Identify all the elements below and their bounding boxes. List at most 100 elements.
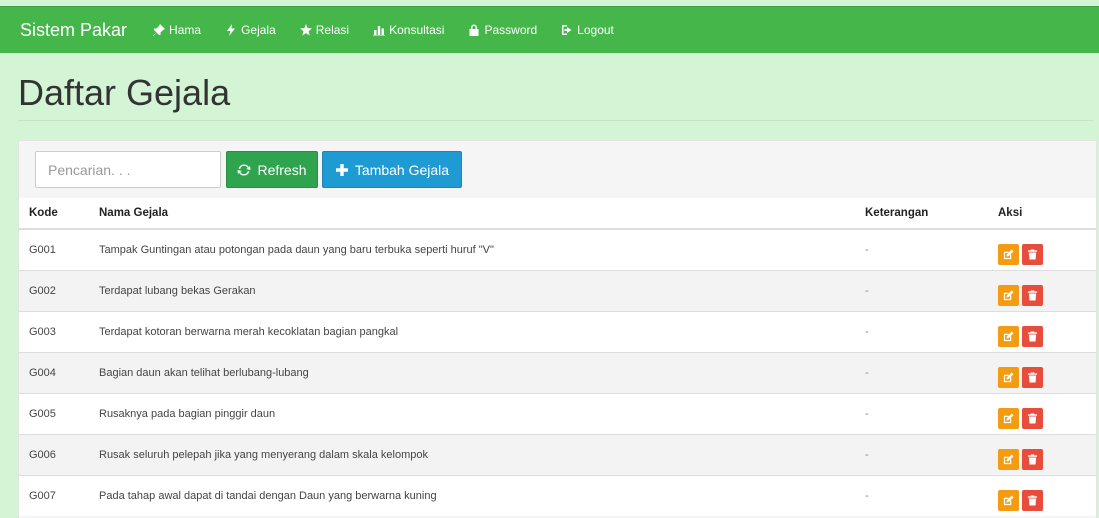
cell-keterangan: -: [855, 311, 988, 353]
nav-label-konsultasi: Konsultasi: [389, 23, 445, 37]
cell-aksi: [988, 228, 1096, 271]
delete-button[interactable]: [1022, 284, 1043, 306]
cell-kode: G006: [19, 434, 89, 476]
cell-aksi: [988, 352, 1096, 394]
trash-icon: [1027, 248, 1038, 260]
cell-aksi: [988, 434, 1096, 476]
row-actions: [998, 284, 1086, 306]
logout-icon: [562, 25, 572, 35]
trash-icon: [1027, 453, 1038, 465]
page-title: Daftar Gejala: [18, 72, 231, 113]
gejala-panel: Refresh Tambah Gejala Kode Nama Gejala K…: [18, 140, 1097, 518]
table-row: G007 Pada tahap awal dapat di tandai den…: [19, 475, 1096, 516]
edit-icon: [1003, 412, 1014, 423]
refresh-label: Refresh: [257, 161, 307, 178]
lock-icon: [469, 24, 479, 36]
table-row: G002 Terdapat lubang bekas Gerakan -: [19, 270, 1096, 312]
title-divider: [18, 120, 1093, 121]
nav-label-hama: Hama: [169, 23, 202, 37]
delete-button[interactable]: [1022, 243, 1043, 265]
nav-item-password[interactable]: Password: [468, 23, 537, 37]
row-actions: [998, 366, 1086, 388]
table-row: G005 Rusaknya pada bagian pinggir daun -: [19, 393, 1096, 435]
cell-nama-gejala: Rusak seluruh pelepah jika yang menyeran…: [89, 434, 855, 476]
table-header-row: Kode Nama Gejala Keterangan Aksi: [19, 198, 1096, 230]
cell-nama-gejala: Pada tahap awal dapat di tandai dengan D…: [89, 475, 855, 516]
add-gejala-button[interactable]: Tambah Gejala: [322, 151, 462, 188]
cell-aksi: [988, 311, 1096, 353]
delete-button[interactable]: [1022, 407, 1043, 429]
trash-icon: [1027, 371, 1038, 383]
edit-button[interactable]: [998, 489, 1019, 511]
cell-nama-gejala: Tampak Guntingan atau potongan pada daun…: [89, 228, 855, 271]
top-navbar: Sistem Pakar Hama Gejala Relasi Konsulta…: [0, 6, 1099, 53]
row-actions: [998, 489, 1086, 511]
gejala-table: Kode Nama Gejala Keterangan Aksi G001 Ta…: [19, 198, 1096, 516]
delete-button[interactable]: [1022, 325, 1043, 347]
nav-item-logout[interactable]: Logout: [561, 23, 614, 37]
row-actions: [998, 448, 1086, 470]
stats-icon: [373, 26, 386, 36]
edit-icon: [1003, 453, 1014, 464]
brand-title[interactable]: Sistem Pakar: [20, 20, 127, 41]
search-input[interactable]: [35, 151, 221, 188]
pushpin-icon: [153, 24, 166, 36]
trash-icon: [1027, 494, 1038, 506]
nav-label-gejala: Gejala: [241, 23, 276, 37]
cell-aksi: [988, 270, 1096, 312]
cell-keterangan: -: [855, 393, 988, 435]
flash-icon: [227, 24, 236, 36]
table-row: G001 Tampak Guntingan atau potongan pada…: [19, 228, 1096, 271]
cell-kode: G005: [19, 393, 89, 435]
cell-kode: G003: [19, 311, 89, 353]
cell-nama-gejala: Terdapat kotoran berwarna merah kecoklat…: [89, 311, 855, 353]
trash-icon: [1027, 330, 1038, 342]
header-aksi: Aksi: [988, 198, 1096, 230]
refresh-button[interactable]: Refresh: [226, 151, 318, 188]
table-row: G006 Rusak seluruh pelepah jika yang men…: [19, 434, 1096, 476]
plus-icon: [335, 163, 348, 176]
edit-icon: [1003, 330, 1014, 341]
cell-kode: G002: [19, 270, 89, 312]
cell-kode: G001: [19, 228, 89, 271]
nav-label-relasi: Relasi: [315, 23, 350, 37]
edit-icon: [1003, 494, 1014, 505]
delete-button[interactable]: [1022, 448, 1043, 470]
cell-kode: G004: [19, 352, 89, 394]
edit-button[interactable]: [998, 407, 1019, 429]
nav-item-hama[interactable]: Hama: [153, 23, 201, 37]
nav-label-password: Password: [484, 23, 538, 37]
edit-button[interactable]: [998, 325, 1019, 347]
cell-aksi: [988, 393, 1096, 435]
nav-item-gejala[interactable]: Gejala: [225, 23, 276, 37]
row-actions: [998, 325, 1086, 347]
header-kode: Kode: [19, 198, 89, 230]
nav-label-logout: Logout: [577, 23, 614, 37]
edit-icon: [1003, 289, 1014, 300]
nav-item-konsultasi[interactable]: Konsultasi: [373, 23, 444, 37]
delete-button[interactable]: [1022, 489, 1043, 511]
edit-button[interactable]: [998, 243, 1019, 265]
header-nama-gejala: Nama Gejala: [89, 198, 855, 230]
edit-icon: [1003, 248, 1014, 259]
star-icon: [299, 24, 312, 36]
edit-button[interactable]: [998, 366, 1019, 388]
trash-icon: [1027, 412, 1038, 424]
cell-keterangan: -: [855, 228, 988, 271]
cell-aksi: [988, 475, 1096, 516]
row-actions: [998, 407, 1086, 429]
refresh-icon: [237, 163, 251, 176]
cell-kode: G007: [19, 475, 89, 516]
edit-button[interactable]: [998, 448, 1019, 470]
cell-keterangan: -: [855, 434, 988, 476]
cell-keterangan: -: [855, 475, 988, 516]
add-gejala-label: Tambah Gejala: [354, 161, 450, 178]
nav-item-relasi[interactable]: Relasi: [299, 23, 350, 37]
table-row: G003 Terdapat kotoran berwarna merah kec…: [19, 311, 1096, 353]
cell-keterangan: -: [855, 352, 988, 394]
table-row: G004 Bagian daun akan telihat berlubang-…: [19, 352, 1096, 394]
delete-button[interactable]: [1022, 366, 1043, 388]
edit-button[interactable]: [998, 284, 1019, 306]
cell-nama-gejala: Terdapat lubang bekas Gerakan: [89, 270, 855, 312]
cell-nama-gejala: Bagian daun akan telihat berlubang-luban…: [89, 352, 855, 394]
